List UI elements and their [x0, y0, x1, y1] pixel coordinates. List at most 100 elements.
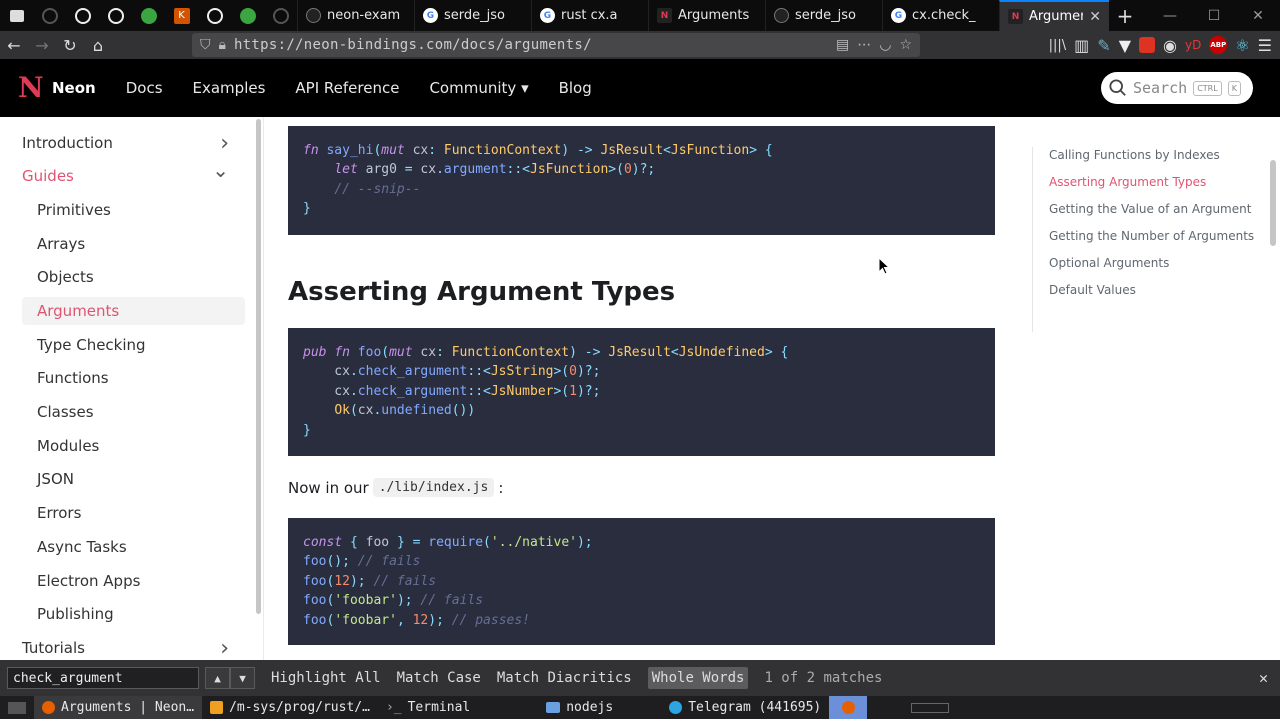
nav-examples[interactable]: Examples [193, 79, 266, 97]
taskbar-item-nodejs[interactable]: nodejs [538, 696, 621, 719]
url-bar[interactable]: ⛉ 🔒︎ https://neon-bindings.com/docs/argu… [192, 33, 920, 57]
tab-4[interactable]: serde_jso [765, 0, 882, 31]
nav-blog[interactable]: Blog [559, 79, 592, 97]
pinned-tab-globe-3[interactable] [198, 0, 231, 31]
find-next-button[interactable]: ▼ [230, 667, 255, 689]
sidebar-scrollbar[interactable] [256, 119, 261, 614]
close-tab-icon[interactable]: ✕ [1089, 9, 1101, 25]
code-block-foo-rust: pub fn foo(mut cx: FunctionContext) -> J… [288, 328, 995, 456]
toc-item[interactable]: Getting the Value of an Argument [1049, 201, 1254, 228]
nav-docs[interactable]: Docs [126, 79, 163, 97]
pocket-icon[interactable]: ◡ [879, 37, 891, 53]
taskbar-item-firefox[interactable]: Arguments | Neon… [34, 696, 203, 719]
sidebar-item-type-checking[interactable]: Type Checking [22, 331, 245, 359]
k-icon: K [173, 7, 190, 24]
sidebar-section-guides[interactable]: Guides ⌄ [22, 158, 245, 190]
pinned-tab-github[interactable] [33, 0, 66, 31]
sidebar-icon[interactable]: ▥ [1074, 36, 1089, 55]
tab-6-active[interactable]: N Argumen ✕ [999, 0, 1109, 31]
neon-icon: N [657, 8, 672, 23]
whole-words-toggle[interactable]: Whole Words [647, 667, 749, 689]
new-tab-button[interactable]: + [1109, 4, 1141, 28]
tray-box[interactable] [911, 702, 950, 713]
reload-icon[interactable]: ↻ [56, 36, 84, 55]
site-header: N Neon Docs Examples API Reference Commu… [0, 59, 1280, 117]
red-extension-icon[interactable] [1139, 37, 1155, 53]
match-case-toggle[interactable]: Match Case [397, 670, 481, 686]
show-desktop-button[interactable] [0, 696, 34, 719]
bookmark-star-icon[interactable]: ☆ [899, 37, 912, 53]
tab-2[interactable]: Grust cx.a [531, 0, 648, 31]
pinned-tab-green[interactable] [132, 0, 165, 31]
pinned-tab-menu[interactable] [0, 0, 33, 31]
privacy-extension-icon[interactable]: ◉ [1163, 36, 1177, 55]
brand-link[interactable]: Neon [52, 79, 96, 97]
sidebar-item-async-tasks[interactable]: Async Tasks [22, 533, 245, 561]
sidebar-item-objects[interactable]: Objects [22, 263, 245, 291]
sidebar-section-tutorials[interactable]: Tutorials › [22, 634, 245, 661]
taskbar-item-editor[interactable]: /m-sys/prog/rust/… [202, 696, 378, 719]
reader-view-icon[interactable]: ▤ [836, 37, 849, 53]
sidebar-item-publishing[interactable]: Publishing [22, 600, 245, 628]
sidebar-item-arrays[interactable]: Arrays [22, 230, 245, 258]
sidebar-section-introduction[interactable]: Introduction › [22, 129, 245, 157]
back-icon[interactable]: ← [0, 36, 28, 55]
tab-3[interactable]: N Arguments [648, 0, 765, 31]
forward-icon[interactable]: → [28, 36, 56, 55]
sidebar-item-primitives[interactable]: Primitives [22, 196, 245, 224]
pinned-tab-github-2[interactable] [264, 0, 297, 31]
close-find-bar-icon[interactable]: ✕ [1259, 669, 1268, 687]
find-input[interactable] [7, 667, 199, 689]
toc-item[interactable]: Default Values [1049, 282, 1254, 309]
github-icon [272, 7, 289, 24]
minimize-icon[interactable]: — [1148, 8, 1192, 24]
sidebar-item-modules[interactable]: Modules [22, 432, 245, 460]
sidebar-item-classes[interactable]: Classes [22, 398, 245, 426]
lock-icon[interactable]: 🔒︎ [219, 37, 226, 53]
hamburger-menu-icon[interactable]: ☰ [1258, 36, 1272, 55]
find-bar: ▲ ▼ Highlight All Match Case Match Diacr… [0, 660, 1280, 696]
vue-devtools-icon[interactable]: ▼ [1119, 36, 1131, 55]
highlight-all-toggle[interactable]: Highlight All [271, 670, 381, 686]
sidebar-item-errors[interactable]: Errors [22, 499, 245, 527]
toc-item[interactable]: Optional Arguments [1049, 255, 1254, 282]
shield-icon[interactable]: ⛉ [200, 37, 211, 53]
toc-item[interactable]: Calling Functions by Indexes [1049, 147, 1254, 174]
pinned-tab-globe[interactable] [66, 0, 99, 31]
pinned-tab-globe-2[interactable] [99, 0, 132, 31]
yd-extension-icon[interactable]: yD [1185, 38, 1201, 52]
sidebar-item-arguments[interactable]: Arguments [22, 297, 245, 325]
more-actions-icon[interactable]: ⋯ [857, 37, 871, 53]
match-diacritics-toggle[interactable]: Match Diacritics [497, 670, 632, 686]
url-text[interactable]: https://neon-bindings.com/docs/arguments… [234, 37, 828, 53]
tray-firefox[interactable] [829, 696, 868, 719]
pinned-tab-k[interactable]: K [165, 0, 198, 31]
code-block-foo-js: const { foo } = require('../native'); fo… [288, 518, 995, 645]
code-block-say-hi: fn say_hi(mut cx: FunctionContext) -> Js… [288, 126, 995, 235]
library-icon[interactable]: |||\ [1049, 38, 1067, 53]
maximize-icon[interactable]: ☐ [1192, 8, 1236, 24]
tab-0[interactable]: neon-exam [297, 0, 414, 31]
neon-logo-icon[interactable]: N [18, 74, 44, 102]
react-devtools-icon[interactable]: ⚛ [1235, 36, 1249, 55]
pen-icon[interactable]: ✎ [1097, 36, 1110, 55]
close-window-icon[interactable]: ✕ [1236, 8, 1280, 24]
google-icon: G [423, 8, 438, 23]
search-button[interactable]: Search CTRL K [1101, 72, 1253, 104]
sidebar-item-json[interactable]: JSON [22, 465, 245, 493]
tab-1[interactable]: Gserde_jso [414, 0, 531, 31]
taskbar-item-terminal[interactable]: ›_ Terminal [378, 696, 478, 719]
toc-item[interactable]: Getting the Number of Arguments [1049, 228, 1254, 255]
page-scrollbar[interactable] [1270, 160, 1276, 246]
sidebar-item-functions[interactable]: Functions [22, 364, 245, 392]
nav-api-reference[interactable]: API Reference [295, 79, 399, 97]
tab-5[interactable]: Gcx.check_ [882, 0, 999, 31]
nav-community[interactable]: Community ▾ [429, 79, 528, 97]
pinned-tab-green-2[interactable] [231, 0, 264, 31]
taskbar-item-telegram[interactable]: Telegram (441695) [661, 696, 829, 719]
adblock-icon[interactable]: ABP [1209, 36, 1228, 54]
home-icon[interactable]: ⌂ [84, 36, 112, 55]
sidebar-item-electron-apps[interactable]: Electron Apps [22, 567, 245, 595]
toc-item-active[interactable]: Asserting Argument Types [1049, 174, 1254, 201]
find-previous-button[interactable]: ▲ [205, 667, 230, 689]
